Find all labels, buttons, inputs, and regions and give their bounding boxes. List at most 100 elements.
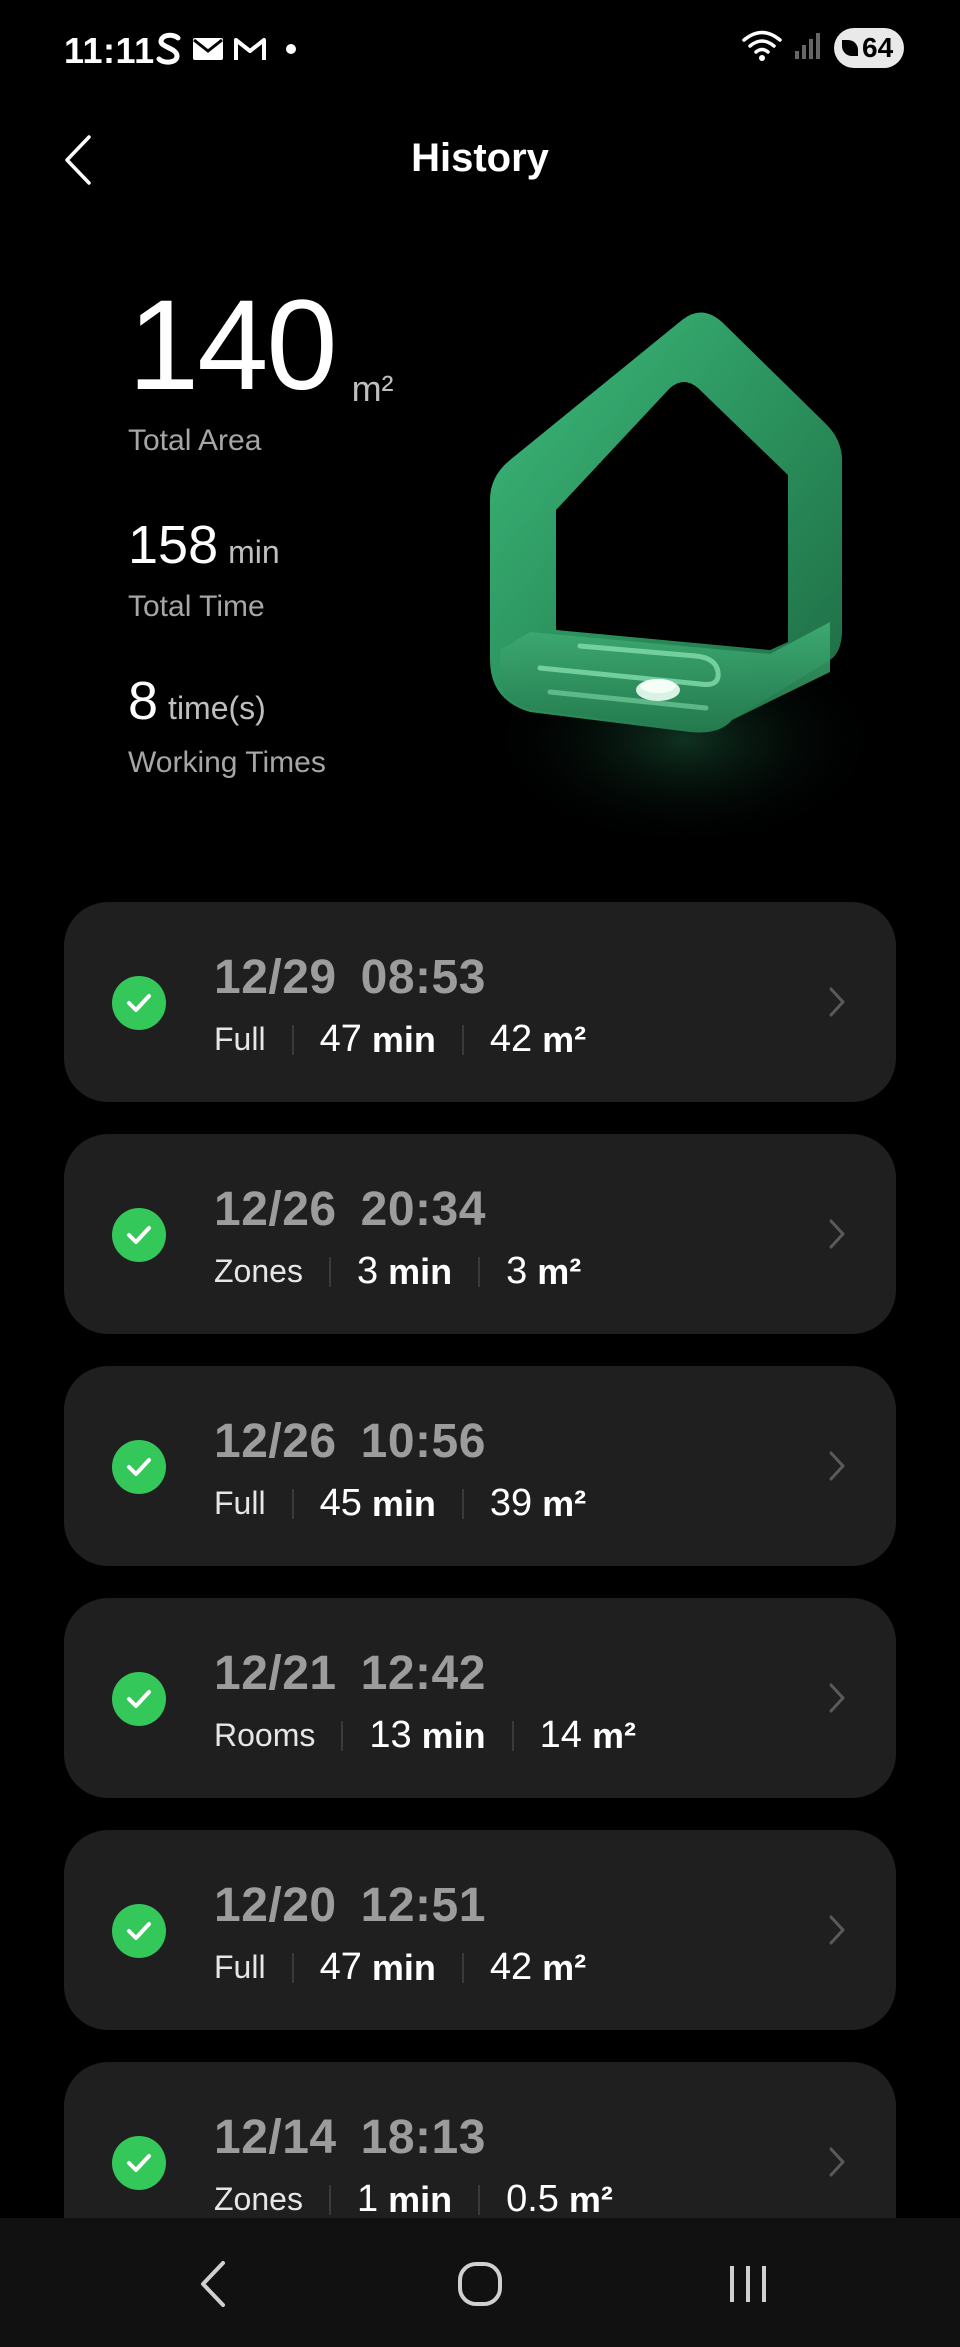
- divider: [461, 1024, 464, 1055]
- record-details: Full 45 min 39 m²: [214, 1482, 586, 1525]
- record-details: Rooms 13 min 14 m²: [214, 1714, 636, 1757]
- signal-icon: [794, 31, 822, 66]
- record-time: 10:56: [360, 1415, 486, 1468]
- total-area-label: Total Area: [128, 424, 262, 457]
- battery-saver-icon: [842, 40, 858, 56]
- working-times-value: 8: [128, 671, 159, 731]
- history-record-card[interactable]: 12/21 12:42 Rooms 13 min 14 m²: [64, 1598, 896, 1798]
- chevron-right-icon: [822, 1910, 852, 1950]
- chevron-right-icon: [822, 2142, 852, 2182]
- history-record-card[interactable]: 12/20 12:51 Full 47 min 42 m²: [64, 1830, 896, 2030]
- divider: [328, 1256, 331, 1287]
- divider: [461, 1952, 464, 1983]
- record-date: 12/14: [214, 2111, 337, 2164]
- completed-check-icon: [112, 2136, 166, 2190]
- app-header: History: [0, 110, 960, 210]
- record-details: Zones 1 min 0.5 m²: [214, 2178, 613, 2221]
- s-app-icon: [156, 32, 182, 66]
- record-duration-unit: min: [371, 1018, 436, 1060]
- record-datetime: 12/14 18:13: [214, 2110, 486, 2165]
- history-record-card[interactable]: 12/26 20:34 Zones 3 min 3 m²: [64, 1134, 896, 1334]
- divider: [511, 1720, 514, 1751]
- divider: [291, 1488, 294, 1519]
- nav-back-button[interactable]: [172, 2254, 252, 2314]
- divider: [291, 1952, 294, 1983]
- record-duration-unit: min: [371, 1482, 436, 1524]
- gmail-icon: [234, 36, 266, 62]
- record-area: 14: [539, 1714, 582, 1756]
- record-duration: 47: [319, 1946, 362, 1988]
- battery-level: 64: [862, 32, 894, 63]
- record-date: 12/29: [214, 951, 337, 1004]
- record-date: 12/26: [214, 1183, 337, 1236]
- working-times-unit: time(s): [168, 690, 266, 726]
- record-mode: Rooms: [214, 1717, 316, 1753]
- record-area-unit: m²: [542, 1018, 587, 1060]
- history-record-card[interactable]: 12/29 08:53 Full 47 min 42 m²: [64, 902, 896, 1102]
- notification-dot: [286, 44, 296, 54]
- page-title: History: [411, 136, 549, 180]
- house-illustration: [470, 300, 890, 860]
- record-time: 20:34: [360, 1183, 486, 1236]
- record-area: 42: [489, 1946, 533, 1988]
- chevron-right-icon: [822, 1214, 852, 1254]
- working-times-label: Working Times: [128, 746, 326, 779]
- total-time-value: 158: [128, 515, 219, 575]
- record-area: 3: [506, 1250, 528, 1292]
- total-time-label: Total Time: [128, 590, 265, 623]
- divider: [478, 2184, 481, 2215]
- system-nav-bar: [0, 2218, 960, 2347]
- history-list: 12/29 08:53 Full 47 min 42 m² 12/26 20:34 …: [64, 902, 896, 2294]
- record-date: 12/26: [214, 1415, 337, 1468]
- divider: [291, 1024, 294, 1055]
- nav-home-icon: [458, 2262, 502, 2306]
- divider: [478, 1256, 481, 1287]
- record-duration: 13: [369, 1714, 412, 1756]
- record-area: 39: [489, 1482, 533, 1524]
- record-duration-unit: min: [421, 1714, 486, 1756]
- record-details: Zones 3 min 3 m²: [214, 1250, 581, 1293]
- nav-recents-button[interactable]: [708, 2254, 788, 2314]
- total-area: 140 m²: [128, 280, 528, 410]
- record-duration: 47: [319, 1018, 362, 1060]
- record-time: 12:42: [360, 1647, 486, 1700]
- chevron-right-icon: [822, 1446, 852, 1486]
- nav-back-icon: [201, 2261, 225, 2307]
- total-area-unit: m²: [351, 368, 394, 409]
- record-details: Full 47 min 42 m²: [214, 1018, 586, 1061]
- record-area-unit: m²: [591, 1714, 636, 1756]
- record-area-unit: m²: [568, 2178, 613, 2220]
- total-area-value: 140: [128, 274, 338, 417]
- record-area-unit: m²: [537, 1250, 582, 1292]
- record-mode: Full: [214, 1021, 266, 1057]
- status-bar: 11:11 64: [0, 0, 960, 100]
- record-duration: 45: [319, 1482, 362, 1524]
- history-record-card[interactable]: 12/26 10:56 Full 45 min 39 m²: [64, 1366, 896, 1566]
- record-datetime: 12/29 08:53: [214, 950, 486, 1005]
- record-mode: Zones: [214, 1253, 303, 1289]
- chevron-right-icon: [822, 1678, 852, 1718]
- nav-home-button[interactable]: [440, 2254, 520, 2314]
- completed-check-icon: [112, 1904, 166, 1958]
- record-datetime: 12/21 12:42: [214, 1646, 486, 1701]
- completed-check-icon: [112, 1672, 166, 1726]
- summary-stats: 140 m² Total Area 158 min Total Time 8 t…: [128, 280, 528, 780]
- history-screen: 11:11 64 History 140 m² Total Area 158 m…: [0, 0, 960, 2347]
- battery-icon: 64: [834, 28, 904, 68]
- completed-check-icon: [112, 1440, 166, 1494]
- record-area: 0.5: [506, 2178, 559, 2220]
- record-area-unit: m²: [542, 1946, 587, 1988]
- notification-icons: [156, 32, 296, 66]
- record-datetime: 12/26 20:34: [214, 1182, 486, 1237]
- record-datetime: 12/20 12:51: [214, 1878, 486, 1933]
- completed-check-icon: [112, 1208, 166, 1262]
- record-area: 42: [489, 1018, 533, 1060]
- record-duration: 3: [356, 1250, 379, 1292]
- record-time: 18:13: [360, 2111, 486, 2164]
- working-times: 8 time(s) Working Times: [128, 670, 528, 780]
- chevron-right-icon: [822, 982, 852, 1022]
- record-mode: Full: [214, 1949, 266, 1985]
- completed-check-icon: [112, 976, 166, 1030]
- record-time: 08:53: [360, 951, 486, 1004]
- system-icons: 64: [742, 28, 904, 68]
